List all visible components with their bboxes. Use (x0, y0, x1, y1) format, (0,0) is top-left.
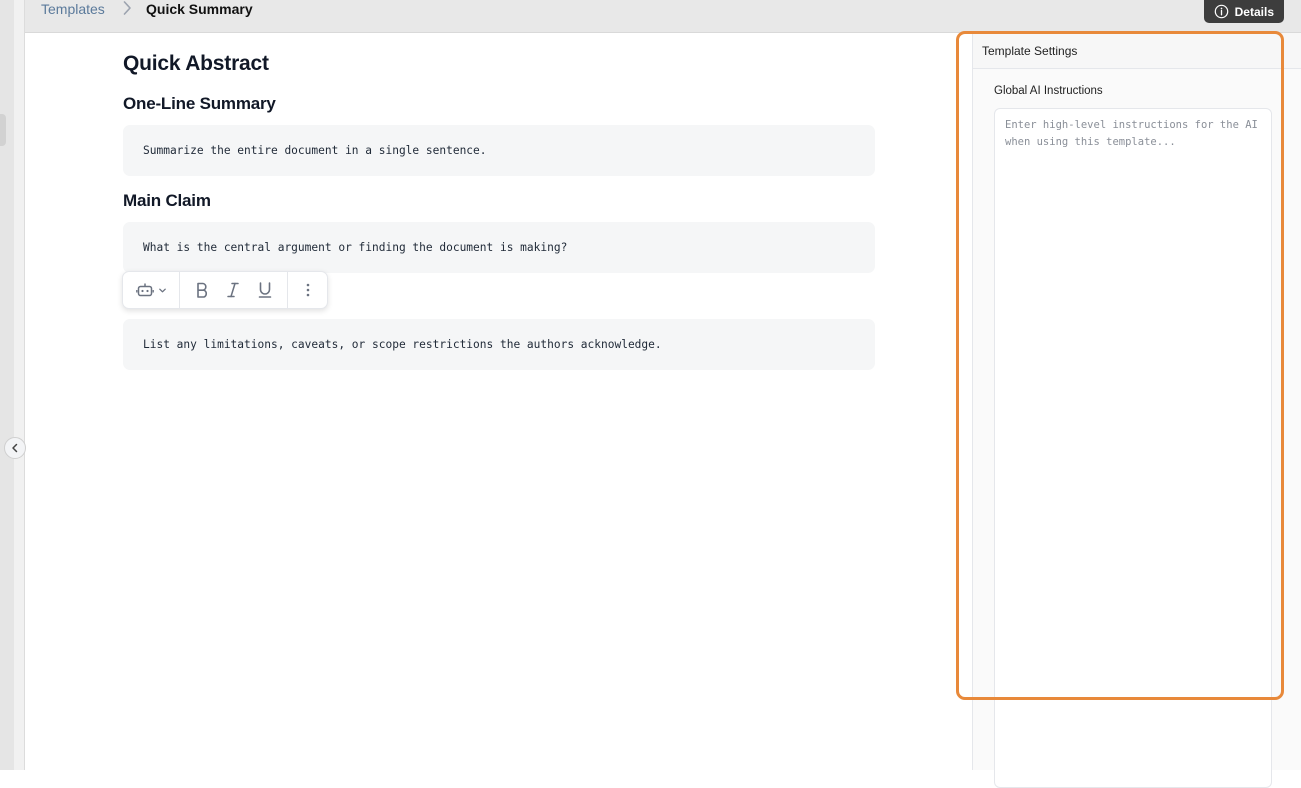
global-ai-instructions-input[interactable] (994, 108, 1272, 788)
document-title[interactable]: Quick Abstract (123, 52, 269, 76)
settings-title-text: Template Settings (982, 43, 1078, 58)
top-bar: Templates Quick Summary Details (25, 0, 1301, 33)
info-icon (1214, 4, 1228, 19)
italic-icon (227, 282, 240, 298)
bold-button[interactable] (194, 281, 210, 299)
prompt-text: What is the central argument or finding … (143, 241, 568, 254)
chevron-right-icon (123, 1, 131, 15)
template-settings-panel: Template Settings Global AI Instructions (972, 33, 1301, 788)
italic-button[interactable] (225, 281, 241, 299)
settings-panel-title: Template Settings (973, 33, 1301, 69)
prompt-text: Summarize the entire document in a singl… (143, 144, 487, 157)
sidebar-handle[interactable] (0, 114, 6, 146)
bold-icon (197, 282, 207, 298)
global-ai-label: Global AI Instructions (994, 85, 1103, 97)
ai-bot-icon (135, 283, 154, 297)
app-sidebar-rail (0, 0, 14, 770)
chevron-left-icon (12, 443, 18, 453)
more-options-button[interactable] (288, 272, 327, 308)
collapse-sidebar-button[interactable] (4, 437, 26, 459)
section-heading[interactable]: Main Claim (123, 191, 211, 211)
underline-icon (258, 282, 272, 298)
prompt-text: List any limitations, caveats, or scope … (143, 338, 662, 351)
format-toolbar (122, 271, 328, 309)
details-button[interactable]: Details (1203, 0, 1284, 23)
sidebar-gap (14, 0, 25, 770)
underline-button[interactable] (257, 281, 273, 299)
prompt-block[interactable]: What is the central argument or finding … (123, 222, 875, 273)
ai-menu-button[interactable] (123, 272, 179, 308)
details-label: Details (1234, 4, 1274, 19)
prompt-block[interactable]: Summarize the entire document in a singl… (123, 125, 875, 176)
breadcrumb-current: Quick Summary (146, 1, 253, 17)
chevron-down-icon (158, 288, 166, 292)
prompt-block[interactable]: List any limitations, caveats, or scope … (123, 319, 875, 370)
section-heading[interactable]: One-Line Summary (123, 94, 276, 114)
breadcrumb-templates-link[interactable]: Templates (41, 1, 105, 17)
more-vertical-icon (306, 283, 309, 297)
